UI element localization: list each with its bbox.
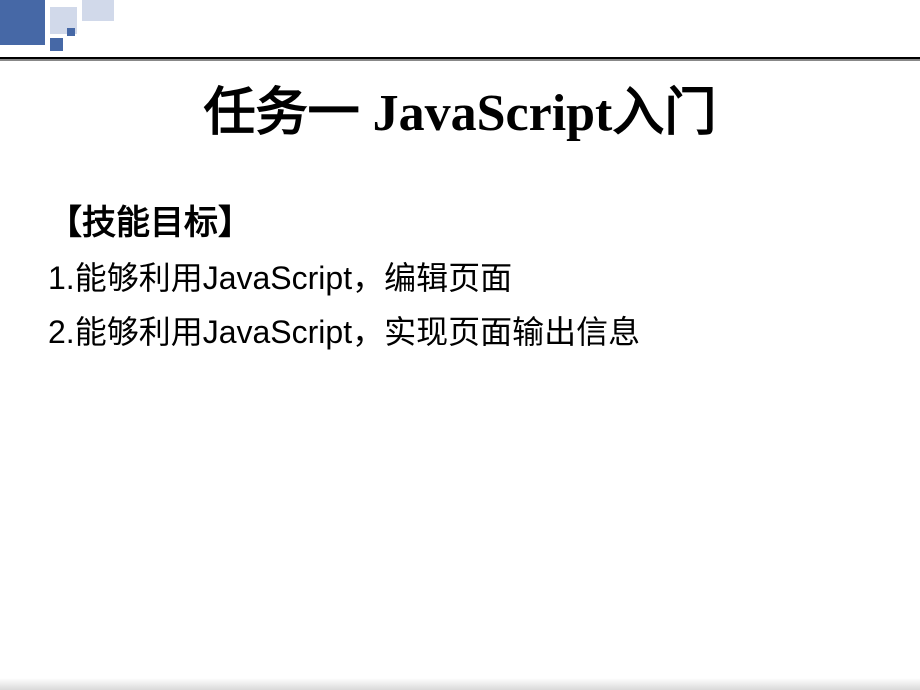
section-heading: 【技能目标】 — [48, 195, 868, 244]
deco-square-top — [82, 0, 114, 21]
deco-square-small-1 — [50, 38, 63, 51]
slide-title: 任务一 JavaScript入门 — [0, 70, 920, 145]
horizontal-divider — [0, 57, 920, 59]
content-area: 【技能目标】 1.能够利用JavaScript，编辑页面 2.能够利用JavaS… — [48, 195, 868, 356]
deco-square-large — [0, 0, 45, 45]
deco-square-tiny — [67, 28, 75, 36]
list-item: 2.能够利用JavaScript，实现页面输出信息 — [48, 308, 868, 356]
corner-decoration — [0, 0, 115, 60]
list-item: 1.能够利用JavaScript，编辑页面 — [48, 254, 868, 302]
bottom-shadow — [0, 678, 920, 690]
